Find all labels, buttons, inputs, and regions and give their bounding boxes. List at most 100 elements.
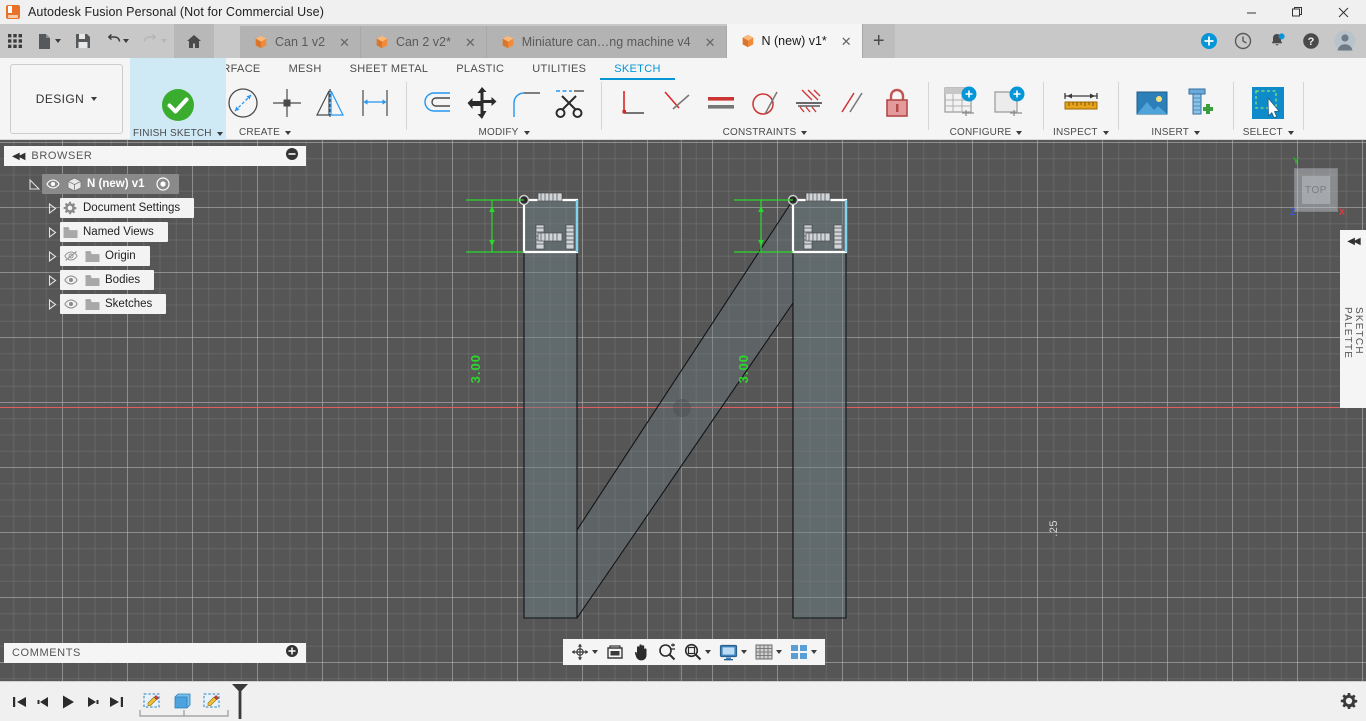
collapse-left-icon[interactable]: ◀◀ (1347, 236, 1358, 247)
add-comment-icon[interactable] (286, 644, 298, 662)
fillet-icon[interactable] (504, 81, 548, 125)
grid-snaps-icon[interactable] (751, 639, 786, 665)
circle-icon[interactable] (221, 81, 265, 125)
dimension-value[interactable]: 3.00 (736, 354, 751, 383)
expand-arrow-closed-icon[interactable] (44, 244, 60, 268)
close-icon[interactable]: ✕ (705, 36, 716, 49)
timeline-marker-icon[interactable] (230, 682, 252, 721)
eye-visible-icon[interactable] (60, 270, 82, 290)
apps-grid-icon[interactable] (0, 24, 30, 58)
panel-create-label[interactable]: CREATE (239, 126, 291, 139)
select-window-icon[interactable] (1244, 81, 1292, 125)
insert-image-icon[interactable] (1128, 81, 1176, 125)
expand-arrow-open-icon[interactable] (26, 172, 42, 196)
offset-icon[interactable] (416, 81, 460, 125)
home-icon[interactable] (174, 24, 214, 58)
panel-finish-sketch-label[interactable]: FINISH SKETCH (133, 127, 223, 140)
browser-tree-item-body[interactable]: Bodies (60, 270, 154, 290)
user-avatar-icon[interactable] (1328, 24, 1362, 58)
new-document-icon[interactable] (30, 24, 68, 58)
undo-icon[interactable] (98, 24, 136, 58)
chevron-down-icon[interactable] (741, 650, 747, 654)
trim-scissors-icon[interactable] (548, 81, 592, 125)
minimize-icon[interactable] (1228, 0, 1274, 24)
step-back-icon[interactable] (32, 682, 56, 721)
panel-finish-sketch[interactable]: FINISH SKETCH (130, 58, 226, 140)
new-tab-button[interactable]: + (863, 24, 895, 58)
zoom-magnifier-icon[interactable] (654, 639, 680, 665)
chevron-down-icon[interactable] (776, 650, 782, 654)
document-tab[interactable]: N (new) v1*✕ (727, 24, 863, 58)
tangent-icon[interactable] (743, 81, 787, 125)
chevron-down-icon[interactable] (592, 650, 598, 654)
notifications-bell-icon[interactable] (1260, 24, 1294, 58)
symmetry-icon[interactable] (787, 81, 831, 125)
offset-dimension-icon[interactable] (353, 81, 397, 125)
workspace-switcher-button[interactable]: DESIGN (10, 64, 123, 134)
panel-select-label[interactable]: SELECT (1243, 126, 1294, 139)
eye-visible-icon[interactable] (60, 294, 82, 314)
chevron-down-icon[interactable] (123, 39, 129, 43)
help-question-icon[interactable]: ? (1294, 24, 1328, 58)
measure-ruler-icon[interactable] (1057, 81, 1105, 125)
sketch-palette-strip[interactable]: ◀◀ SKETCH PALETTE (1340, 230, 1366, 408)
browser-tree-item[interactable]: Named Views (4, 220, 306, 244)
comments-panel-header[interactable]: COMMENTS (4, 643, 306, 663)
document-tab[interactable]: Can 2 v2*✕ (361, 26, 487, 58)
browser-tree-item[interactable]: Document Settings (4, 196, 306, 220)
chevron-down-icon[interactable] (811, 650, 817, 654)
close-icon[interactable]: ✕ (465, 36, 476, 49)
configure-part-icon[interactable] (986, 81, 1034, 125)
chevron-down-icon[interactable] (161, 39, 167, 43)
orbit-icon[interactable] (567, 639, 602, 665)
activate-radio-icon[interactable] (153, 174, 173, 194)
panel-constraints-label[interactable]: CONSTRAINTS (723, 126, 808, 139)
browser-tree-item-body[interactable]: Origin (60, 246, 150, 266)
panel-inspect-label[interactable]: INSPECT (1053, 126, 1109, 139)
panel-insert-label[interactable]: INSERT (1151, 126, 1200, 139)
browser-tree-item-body[interactable]: Document Settings (60, 198, 194, 218)
expand-arrow-closed-icon[interactable] (44, 220, 60, 244)
play-icon[interactable] (56, 682, 80, 721)
collapse-left-icon[interactable]: ◀◀ (12, 151, 23, 162)
skip-to-start-icon[interactable] (8, 682, 32, 721)
minimize-circle-icon[interactable] (286, 147, 298, 165)
browser-tree-item-body[interactable]: N (new) v1 (42, 174, 179, 194)
browser-tree-item[interactable]: Bodies (4, 268, 306, 292)
configure-table-icon[interactable] (938, 81, 986, 125)
ribbon-tab-mesh[interactable]: MESH (275, 58, 336, 80)
document-tab[interactable]: Can 1 v2✕ (240, 26, 361, 58)
timeline-settings-icon[interactable] (1340, 692, 1358, 715)
eye-hidden-icon[interactable] (60, 246, 82, 266)
browser-tree-item-body[interactable]: Named Views (60, 222, 168, 242)
browser-tree-item-body[interactable]: Sketches (60, 294, 166, 314)
look-at-icon[interactable] (602, 639, 628, 665)
step-forward-icon[interactable] (80, 682, 104, 721)
expand-arrow-closed-icon[interactable] (44, 268, 60, 292)
skip-to-end-icon[interactable] (104, 682, 128, 721)
browser-tree-item[interactable]: N (new) v1 (4, 172, 306, 196)
mirror-icon[interactable] (309, 81, 353, 125)
display-settings-icon[interactable] (715, 639, 751, 665)
dimension-value[interactable]: 3.00 (468, 354, 483, 383)
viewports-icon[interactable] (786, 639, 821, 665)
fix-lock-icon[interactable] (875, 81, 919, 125)
insert-mcmaster-part-icon[interactable] (1176, 81, 1224, 125)
maximize-icon[interactable] (1274, 0, 1320, 24)
expand-arrow-closed-icon[interactable] (44, 196, 60, 220)
view-cube[interactable]: TOP Y Z X (1286, 160, 1346, 220)
ribbon-tab-plastic[interactable]: PLASTIC (442, 58, 518, 80)
ribbon-tab-sheet-metal[interactable]: SHEET METAL (336, 58, 443, 80)
parallel-icon[interactable] (831, 81, 875, 125)
extension-add-icon[interactable] (1192, 24, 1226, 58)
finish-sketch-check-icon[interactable] (154, 83, 202, 127)
expand-arrow-closed-icon[interactable] (44, 292, 60, 316)
fit-magnifier-icon[interactable] (680, 639, 715, 665)
browser-tree-item[interactable]: Sketches (4, 292, 306, 316)
eye-visible-icon[interactable] (42, 174, 64, 194)
chevron-down-icon[interactable] (705, 650, 711, 654)
equal-icon[interactable] (699, 81, 743, 125)
close-icon[interactable] (1320, 0, 1366, 24)
document-tab[interactable]: Miniature can…ng machine v4✕ (487, 26, 727, 58)
browser-tree-item[interactable]: Origin (4, 244, 306, 268)
